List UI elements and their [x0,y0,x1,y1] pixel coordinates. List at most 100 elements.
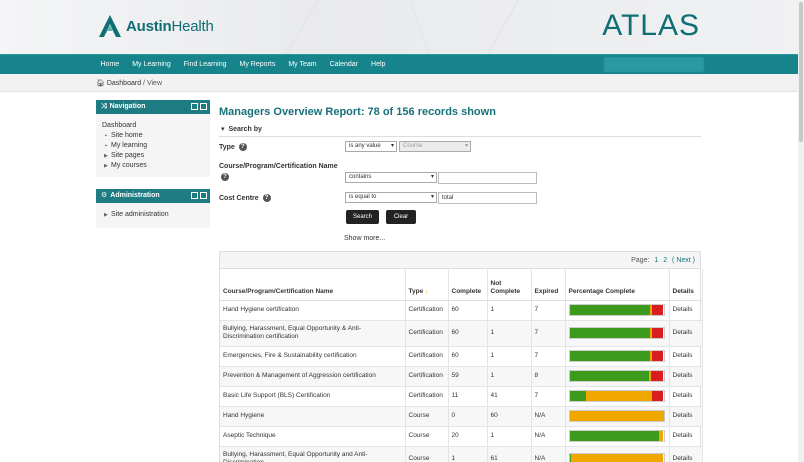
report-table: Page: 1 2 ( Next ) Course/Program/Certif… [219,251,703,462]
breadcrumb-dashboard[interactable]: Dashboard [107,80,141,87]
nav-site-home[interactable]: Site home [102,131,210,141]
bar-segment-not-complete [571,454,664,462]
table-row: Bullying, Harassment, Equal Opportunity … [220,320,703,347]
breadcrumb-current: View [146,80,162,87]
nav-my-learning[interactable]: My Learning [126,55,178,75]
user-menu[interactable] [604,57,704,72]
row-type: Certification [405,346,449,367]
col-not-complete[interactable]: Not Complete [487,269,532,301]
row-complete: 60 [448,300,488,321]
nav-help[interactable]: Help [365,55,392,75]
row-percentage [565,366,670,387]
type-value-select[interactable]: Course [399,141,471,152]
nav-site-administration[interactable]: Site administration [102,210,210,220]
bar-segment-complete [569,305,651,315]
name-help: ? [221,173,229,181]
row-not-complete: 1 [487,366,532,387]
caret-down-icon: ▾ [221,126,225,133]
collapse-icon[interactable] [200,192,207,199]
search-button[interactable]: Search [346,210,379,224]
cost-centre-input[interactable]: total [438,192,537,204]
administration-block-header: ⚙ Administration [96,189,210,203]
nav-my-team[interactable]: My Team [282,55,323,75]
bar-segment-complete [569,328,651,338]
percentage-bar [568,370,665,382]
dock-icon[interactable] [191,103,198,110]
row-name[interactable]: Hand Hygiene [220,406,406,427]
row-details-link[interactable]: Details [669,366,703,387]
row-percentage [565,320,670,347]
next-page-link[interactable]: ( Next ) [672,257,695,264]
page-2-link[interactable]: 2 [663,257,667,264]
nav-find-learning[interactable]: Find Learning [177,55,233,75]
search-by-toggle[interactable]: ▾ Search by [219,125,701,137]
scrollbar-thumb[interactable] [799,2,803,142]
navigation-block-header: ⤨ Navigation [96,100,210,114]
name-label: Course/Program/Certification Name [219,163,338,170]
col-name[interactable]: Course/Program/Certification Name [220,269,406,301]
row-not-complete: 60 [487,406,532,427]
row-complete: 60 [448,346,488,367]
row-details-link[interactable]: Details [669,446,703,462]
help-icon[interactable]: ? [238,143,247,151]
cost-centre-label: Cost Centre ? [219,194,271,202]
collapse-icon[interactable] [200,103,207,110]
table-row: Hand Hygiene certification Certification 6… [220,300,703,321]
bar-segment-not-complete [658,431,664,441]
row-details-link[interactable]: Details [669,300,703,321]
bar-segment-expired [652,328,664,338]
row-details-link[interactable]: Details [669,426,703,447]
nav-my-courses[interactable]: My courses [102,161,210,171]
show-more-link[interactable]: Show more... [344,235,385,242]
main-navbar: Home My Learning Find Learning My Reports My… [0,54,804,74]
nav-my-learning[interactable]: My learning [102,141,210,151]
row-name[interactable]: Hand Hygiene certification [220,300,406,321]
page-1-link[interactable]: 1 [654,257,658,264]
bar-segment-expired [652,391,664,401]
help-icon[interactable]: ? [262,194,271,202]
row-percentage [565,446,670,462]
row-name[interactable]: Aseptic Technique [220,426,406,447]
row-complete: 11 [448,386,488,407]
row-name[interactable]: Basic Life Support (BLS) Certification [220,386,406,407]
type-operator-select[interactable]: is any value [345,141,397,152]
row-details-link[interactable]: Details [669,320,703,347]
row-percentage [565,300,670,321]
scrollbar[interactable] [798,0,804,462]
row-name[interactable]: Bullying, Harassment, Equal Opportunity … [220,320,406,347]
row-expired: N/A [531,406,566,427]
bar-segment-expired [652,305,664,315]
nav-home[interactable]: Home [94,55,126,75]
row-name[interactable]: Emergencies, Fire & Sustainability certi… [220,346,406,367]
nav-calendar[interactable]: Calendar [323,55,364,75]
nav-dashboard[interactable]: Dashboard [102,121,210,131]
sort-arrow-icon: ↓ [425,288,429,295]
table-row: Bullying, Harassment, Equal Opportunity … [220,446,703,462]
name-input[interactable] [438,172,537,184]
row-details-link[interactable]: Details [669,406,703,427]
row-expired: 7 [531,320,566,347]
clear-button[interactable]: Clear [386,210,416,224]
cost-centre-operator-select[interactable]: is equal to [345,192,437,203]
col-complete[interactable]: Complete [448,269,488,301]
austin-health-logo[interactable]: AustinHealth [98,14,214,38]
row-details-link[interactable]: Details [669,386,703,407]
col-details[interactable]: Details [669,269,703,301]
shuffle-icon: ⤨ [101,103,107,110]
row-name[interactable]: Prevention & Management of Aggression ce… [220,366,406,387]
col-type[interactable]: Type ↓ [405,269,449,301]
row-name[interactable]: Bullying, Harassment, Equal Opportunity … [220,446,406,462]
row-percentage [565,346,670,367]
nav-my-reports[interactable]: My Reports [233,55,282,75]
logo-text: AustinHealth [126,17,214,35]
percentage-bar [568,327,665,339]
austin-health-logo-icon [99,15,121,37]
dock-icon[interactable] [191,192,198,199]
col-percentage[interactable]: Percentage Complete [565,269,670,301]
nav-site-pages[interactable]: Site pages [102,151,210,161]
help-icon[interactable]: ? [221,173,229,181]
col-expired[interactable]: Expired [531,269,566,301]
name-operator-select[interactable]: contains [345,172,437,183]
row-details-link[interactable]: Details [669,346,703,367]
row-not-complete: 61 [487,446,532,462]
